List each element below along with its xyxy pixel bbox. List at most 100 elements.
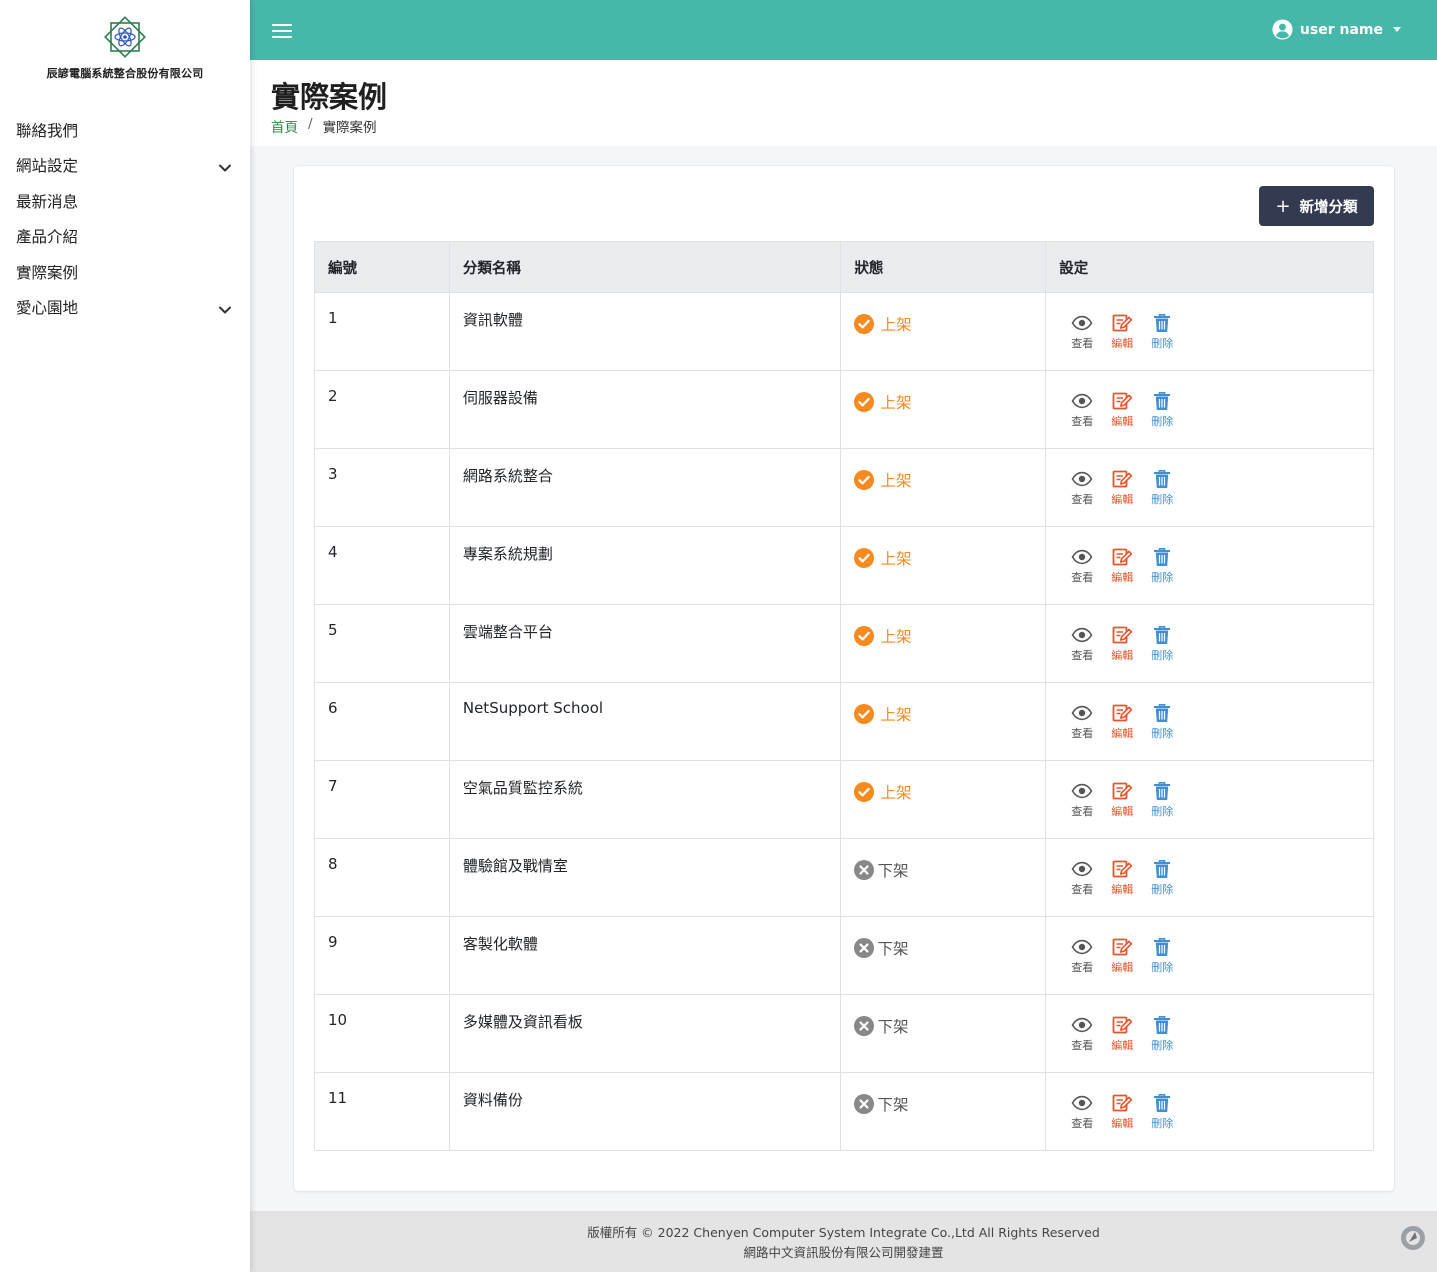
breadcrumb-current: 實際案例 — [322, 120, 377, 136]
row-actions: 查看 編輯 刪除 — [1062, 781, 1361, 819]
view-button[interactable]: 查看 — [1062, 1015, 1102, 1053]
edit-button[interactable]: 編輯 — [1102, 469, 1142, 507]
status-label: 下架 — [877, 1018, 909, 1036]
sidebar-item-news[interactable]: 最新消息 — [0, 183, 250, 219]
sidebar-item-contact[interactable]: 聯絡我們 — [0, 112, 250, 148]
edit-label: 編輯 — [1111, 805, 1134, 818]
edit-icon — [1112, 626, 1133, 644]
edit-button[interactable]: 編輯 — [1102, 547, 1142, 585]
status-badge[interactable]: 下架 — [854, 937, 1032, 959]
add-category-label: 新增分類 — [1299, 199, 1358, 216]
eye-icon — [1071, 1095, 1093, 1111]
view-button[interactable]: 查看 — [1062, 859, 1102, 897]
row-actions: 查看 編輯 刪除 — [1062, 1015, 1361, 1053]
table-row: 5 雲端整合平台 上架 查看 編輯 刪除 — [314, 604, 1374, 683]
status-badge[interactable]: 上架 — [854, 625, 1032, 647]
menu-toggle-icon[interactable] — [272, 24, 292, 38]
delete-button[interactable]: 刪除 — [1142, 1015, 1182, 1053]
status-badge[interactable]: 下架 — [854, 859, 1032, 881]
table-row: 4 專案系統規劃 上架 查看 編輯 刪除 — [314, 526, 1374, 605]
cell-id: 2 — [314, 370, 450, 449]
trash-icon — [1154, 392, 1171, 410]
edit-button[interactable]: 編輯 — [1102, 781, 1142, 819]
cell-status: 下架 — [840, 1072, 1047, 1151]
status-badge[interactable]: 上架 — [854, 391, 1032, 413]
status-badge[interactable]: 上架 — [854, 781, 1032, 803]
view-button[interactable]: 查看 — [1062, 313, 1102, 351]
delete-button[interactable]: 刪除 — [1142, 469, 1182, 507]
view-button[interactable]: 查看 — [1062, 703, 1102, 741]
edit-button[interactable]: 編輯 — [1102, 313, 1142, 351]
delete-label: 刪除 — [1151, 805, 1174, 818]
edit-button[interactable]: 編輯 — [1102, 937, 1142, 975]
floating-logo-icon[interactable] — [1399, 1224, 1427, 1252]
add-category-button[interactable]: + 新增分類 — [1259, 186, 1374, 226]
check-circle-icon — [854, 392, 875, 412]
user-avatar-icon — [1272, 19, 1293, 40]
view-label: 查看 — [1071, 1117, 1094, 1130]
view-button[interactable]: 查看 — [1062, 469, 1102, 507]
sidebar-item-charity[interactable]: 愛心園地 — [0, 290, 250, 326]
edit-label: 編輯 — [1111, 1039, 1134, 1052]
status-badge[interactable]: 上架 — [854, 547, 1032, 569]
edit-button[interactable]: 編輯 — [1102, 1015, 1142, 1053]
view-button[interactable]: 查看 — [1062, 937, 1102, 975]
delete-label: 刪除 — [1151, 961, 1174, 974]
edit-button[interactable]: 編輯 — [1102, 391, 1142, 429]
page-title: 實際案例 — [271, 80, 388, 114]
view-label: 查看 — [1071, 415, 1094, 428]
edit-button[interactable]: 編輯 — [1102, 1093, 1142, 1131]
view-button[interactable]: 查看 — [1062, 781, 1102, 819]
edit-icon — [1112, 704, 1133, 722]
delete-button[interactable]: 刪除 — [1142, 547, 1182, 585]
sidebar-item-site-settings[interactable]: 網站設定 — [0, 148, 250, 184]
sidebar-item-products[interactable]: 產品介紹 — [0, 219, 250, 255]
table-row: 2 伺服器設備 上架 查看 編輯 刪除 — [314, 370, 1374, 449]
status-badge[interactable]: 下架 — [854, 1015, 1032, 1037]
sidebar-item-label: 產品介紹 — [16, 228, 79, 247]
delete-button[interactable]: 刪除 — [1142, 625, 1182, 663]
cell-status: 下架 — [840, 838, 1047, 917]
cell-id: 1 — [314, 292, 450, 371]
view-button[interactable]: 查看 — [1062, 547, 1102, 585]
view-button[interactable]: 查看 — [1062, 1093, 1102, 1131]
x-circle-icon — [854, 1016, 875, 1036]
edit-button[interactable]: 編輯 — [1102, 625, 1142, 663]
breadcrumb-home-link[interactable]: 首頁 — [271, 116, 298, 136]
eye-icon — [1071, 939, 1093, 955]
delete-button[interactable]: 刪除 — [1142, 781, 1182, 819]
view-label: 查看 — [1071, 337, 1094, 350]
view-button[interactable]: 查看 — [1062, 391, 1102, 429]
delete-button[interactable]: 刪除 — [1142, 313, 1182, 351]
edit-button[interactable]: 編輯 — [1102, 703, 1142, 741]
status-badge[interactable]: 上架 — [854, 469, 1032, 491]
x-circle-icon — [854, 938, 875, 958]
view-button[interactable]: 查看 — [1062, 625, 1102, 663]
delete-label: 刪除 — [1151, 571, 1174, 584]
user-menu[interactable]: user name — [1272, 19, 1401, 40]
brand[interactable]: 辰諺電腦系統整合股份有限公司 — [0, 0, 250, 90]
delete-button[interactable]: 刪除 — [1142, 391, 1182, 429]
cell-name: 網路系統整合 — [448, 448, 842, 527]
delete-button[interactable]: 刪除 — [1142, 859, 1182, 897]
cell-name: 雲端整合平台 — [448, 604, 842, 683]
cell-id: 9 — [314, 916, 450, 995]
edit-button[interactable]: 編輯 — [1102, 859, 1142, 897]
status-badge[interactable]: 上架 — [854, 313, 1032, 335]
delete-button[interactable]: 刪除 — [1142, 1093, 1182, 1131]
sidebar-item-label: 愛心園地 — [16, 299, 79, 318]
delete-label: 刪除 — [1151, 727, 1174, 740]
cell-id: 5 — [314, 604, 450, 683]
cell-status: 下架 — [840, 994, 1047, 1073]
cell-status: 上架 — [840, 292, 1047, 371]
status-label: 上架 — [880, 628, 912, 646]
cell-actions: 查看 編輯 刪除 — [1045, 292, 1374, 371]
sidebar-item-cases[interactable]: 實際案例 — [0, 254, 250, 290]
check-circle-icon — [854, 470, 875, 490]
status-badge[interactable]: 上架 — [854, 703, 1032, 725]
delete-button[interactable]: 刪除 — [1142, 937, 1182, 975]
trash-icon — [1154, 548, 1171, 566]
status-badge[interactable]: 下架 — [854, 1093, 1032, 1115]
delete-button[interactable]: 刪除 — [1142, 703, 1182, 741]
chevron-down-icon — [219, 164, 231, 172]
